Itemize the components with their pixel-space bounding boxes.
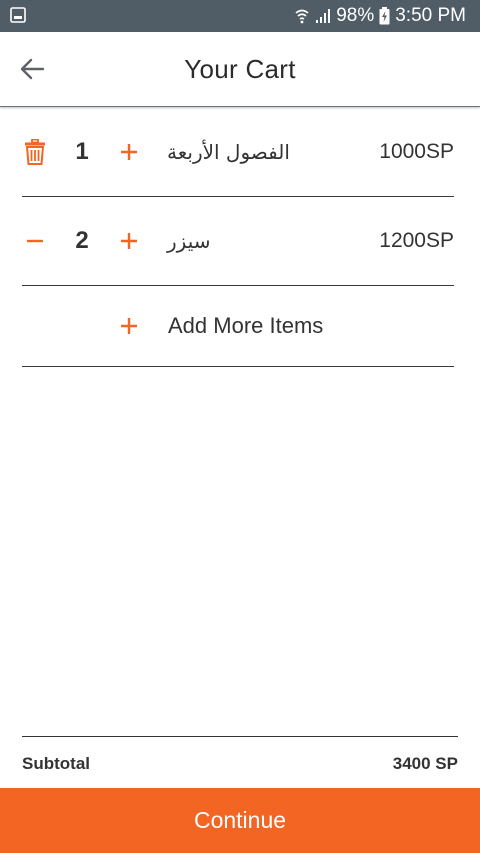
increase-quantity-button[interactable] bbox=[116, 108, 142, 196]
subtotal-value: 3400 SP bbox=[392, 754, 458, 773]
screenshot-notification-icon bbox=[10, 7, 26, 23]
plus-icon bbox=[121, 233, 137, 249]
item-quantity: 2 bbox=[75, 227, 89, 254]
app-header: Your Cart bbox=[0, 32, 480, 107]
subtotal-label: Subtotal bbox=[22, 754, 90, 773]
item-quantity: 1 bbox=[75, 138, 89, 165]
item-name: الفصول الأربعة bbox=[167, 140, 290, 164]
plus-icon bbox=[121, 144, 137, 160]
minus-icon bbox=[27, 239, 43, 243]
subtotal-divider bbox=[22, 736, 458, 737]
cart-item-row: 1 الفصول الأربعة 1000SP bbox=[22, 108, 454, 197]
plus-icon bbox=[116, 286, 142, 366]
add-more-items-label: Add More Items bbox=[168, 313, 324, 338]
item-price: 1200SP bbox=[379, 229, 454, 252]
wifi-icon bbox=[294, 7, 310, 25]
cart-item-row: 2 سيزر 1200SP bbox=[22, 197, 454, 286]
item-price: 1000SP bbox=[379, 140, 454, 163]
add-more-items-button[interactable]: Add More Items bbox=[22, 286, 454, 367]
status-bar: 98% 3:50 PM bbox=[0, 0, 480, 32]
page-title: Your Cart bbox=[184, 54, 296, 84]
battery-percent: 98% bbox=[336, 5, 375, 26]
status-indicators: 98% 3:50 PM bbox=[294, 0, 466, 32]
trash-icon bbox=[25, 139, 45, 165]
decrease-quantity-button[interactable] bbox=[22, 197, 48, 285]
battery-charging-icon bbox=[379, 7, 390, 25]
item-name: سيزر bbox=[167, 229, 211, 253]
continue-button[interactable]: Continue bbox=[0, 788, 480, 853]
clock: 3:50 PM bbox=[395, 5, 466, 26]
delete-item-button[interactable] bbox=[22, 108, 48, 196]
signal-icon bbox=[315, 8, 331, 24]
increase-quantity-button[interactable] bbox=[116, 197, 142, 285]
